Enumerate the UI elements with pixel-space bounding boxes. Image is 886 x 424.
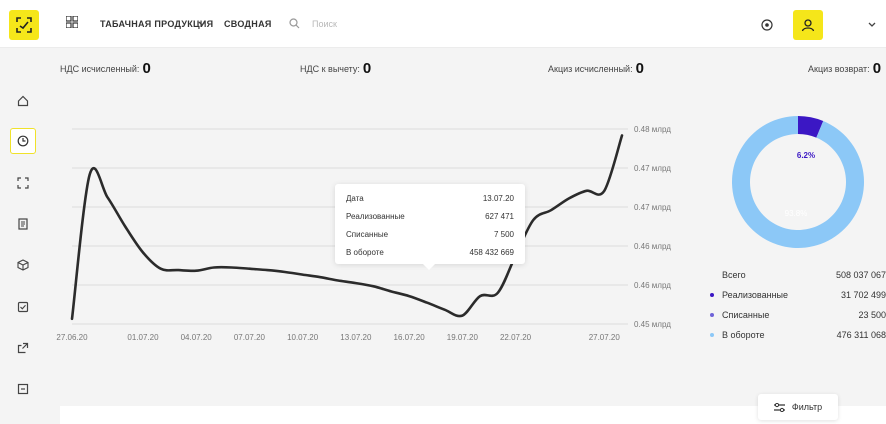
kpi-label: Акциз возврат: xyxy=(808,64,870,74)
kpi-label: НДС к вычету: xyxy=(300,64,360,74)
sidebar-item-scan[interactable] xyxy=(10,170,36,196)
dashboard-clock-icon xyxy=(17,135,29,147)
x-tick-label: 27.07.20 xyxy=(589,333,621,342)
kpi-vat-deduction: НДС к вычету: 0 xyxy=(300,60,371,77)
tab-summary[interactable]: СВОДНАЯ xyxy=(224,19,272,29)
legend-dot xyxy=(710,293,714,297)
tooltip-value: 13.07.20 xyxy=(482,194,514,203)
x-tick-label: 10.07.20 xyxy=(287,333,319,342)
y-tick-label: 0.46 млрд xyxy=(634,281,671,290)
kpi-label: Акциз исчисленный: xyxy=(548,64,633,74)
x-tick-label: 22.07.20 xyxy=(500,333,532,342)
filter-button[interactable]: Фильтр xyxy=(758,394,838,420)
tooltip-row-date: Дата 13.07.20 xyxy=(346,194,514,206)
tooltip-row-sold: Реализованные 627 471 xyxy=(346,212,514,224)
kpi-value: 0 xyxy=(872,60,882,77)
kpi-excise-calculated: Акциз исчисленный: 0 xyxy=(548,60,644,77)
logo[interactable] xyxy=(9,10,39,40)
search-icon[interactable] xyxy=(289,18,300,29)
tooltip-value: 7 500 xyxy=(493,230,514,239)
legend-value: 23 500 xyxy=(858,310,886,320)
apps-grid-icon[interactable] xyxy=(66,16,78,28)
sidebar-item-tasks[interactable] xyxy=(10,294,36,320)
chevron-down-icon[interactable] xyxy=(198,21,206,27)
receipt-icon xyxy=(17,383,29,395)
sidebar-item-dashboard[interactable] xyxy=(10,128,36,154)
kpi-excise-refund: Акциз возврат: 0 xyxy=(808,60,881,77)
filter-sliders-icon xyxy=(773,402,785,412)
user-avatar-button[interactable] xyxy=(793,10,823,40)
box-icon xyxy=(17,259,29,271)
legend-item-sold: Реализованные 31 702 499 xyxy=(710,290,886,310)
x-tick-label: 07.07.20 xyxy=(234,333,266,342)
notification-icon[interactable] xyxy=(761,19,773,31)
sidebar xyxy=(0,48,48,424)
y-tick-label: 0.47 млрд xyxy=(634,164,671,173)
scan-logo-icon xyxy=(16,17,32,33)
x-tick-label: 01.07.20 xyxy=(127,333,159,342)
tooltip-label: В обороте xyxy=(346,248,384,257)
tooltip-row-written-off: Списанные 7 500 xyxy=(346,230,514,242)
chart-tooltip: Дата 13.07.20 Реализованные 627 471 Спис… xyxy=(335,184,525,270)
tooltip-label: Дата xyxy=(346,194,364,203)
legend-dot xyxy=(710,313,714,317)
donut-label-sold: 6.2% xyxy=(797,151,815,160)
legend-dot xyxy=(710,333,714,337)
donut-legend: Всего 508 037 067 Реализованные 31 702 4… xyxy=(710,270,886,350)
y-tick-label: 0.45 млрд xyxy=(634,320,671,329)
donut-label-in-circulation: 93.8% xyxy=(785,209,808,218)
user-menu-chevron-icon[interactable] xyxy=(868,22,876,28)
checklist-icon xyxy=(17,301,29,313)
legend-item-in-circulation: В обороте 476 311 068 xyxy=(710,330,886,350)
tooltip-row-in-circulation: В обороте 458 432 669 xyxy=(346,248,514,260)
kpi-value: 0 xyxy=(142,60,151,77)
top-bar: ТАБАЧНАЯ ПРОДУКЦИЯ СВОДНАЯ Поиск xyxy=(0,0,886,48)
scan-frame-icon xyxy=(17,177,29,189)
sidebar-item-documents[interactable] xyxy=(10,211,36,237)
sidebar-item-export[interactable] xyxy=(10,335,36,361)
legend-total: Всего 508 037 067 xyxy=(714,270,886,290)
sidebar-item-home[interactable] xyxy=(10,88,36,114)
legend-value: 476 311 068 xyxy=(836,330,886,340)
x-tick-label: 04.07.20 xyxy=(181,333,213,342)
x-tick-label: 16.07.20 xyxy=(394,333,426,342)
tooltip-label: Списанные xyxy=(346,230,389,239)
document-icon xyxy=(18,218,28,230)
filter-label: Фильтр xyxy=(791,402,823,412)
home-icon xyxy=(17,95,29,107)
user-icon xyxy=(801,19,815,32)
kpi-value: 0 xyxy=(635,60,644,77)
export-icon xyxy=(17,342,29,354)
legend-value: 31 702 499 xyxy=(840,290,886,300)
y-tick-label: 0.47 млрд xyxy=(634,203,671,212)
kpi-label: НДС исчисленный: xyxy=(60,64,140,74)
legend-item-written-off: Списанные 23 500 xyxy=(710,310,886,330)
turnover-donut-chart: 6.2% 93.8% xyxy=(732,116,864,248)
tooltip-value: 627 471 xyxy=(485,212,514,221)
kpi-vat-calculated: НДС исчисленный: 0 xyxy=(60,60,151,77)
tooltip-label: Реализованные xyxy=(346,212,405,221)
x-tick-label: 19.07.20 xyxy=(447,333,479,342)
x-tick-label: 27.06.20 xyxy=(56,333,88,342)
legend-label: В обороте xyxy=(722,330,765,340)
y-tick-label: 0.48 млрд xyxy=(634,125,671,134)
tooltip-value: 458 432 669 xyxy=(469,248,515,257)
legend-label: Реализованные xyxy=(722,290,789,300)
x-tick-label: 13.07.20 xyxy=(340,333,372,342)
sidebar-item-products[interactable] xyxy=(10,252,36,278)
kpi-value: 0 xyxy=(362,60,372,77)
product-selector[interactable]: ТАБАЧНАЯ ПРОДУКЦИЯ xyxy=(100,19,213,29)
donut-slice-in-circulation xyxy=(732,116,864,248)
y-tick-label: 0.46 млрд xyxy=(634,242,671,251)
search-input[interactable]: Поиск xyxy=(312,19,337,29)
legend-label: Всего xyxy=(722,270,746,280)
legend-label: Списанные xyxy=(722,310,770,320)
legend-value: 508 037 067 xyxy=(835,270,886,280)
sidebar-item-receipts[interactable] xyxy=(10,376,36,402)
